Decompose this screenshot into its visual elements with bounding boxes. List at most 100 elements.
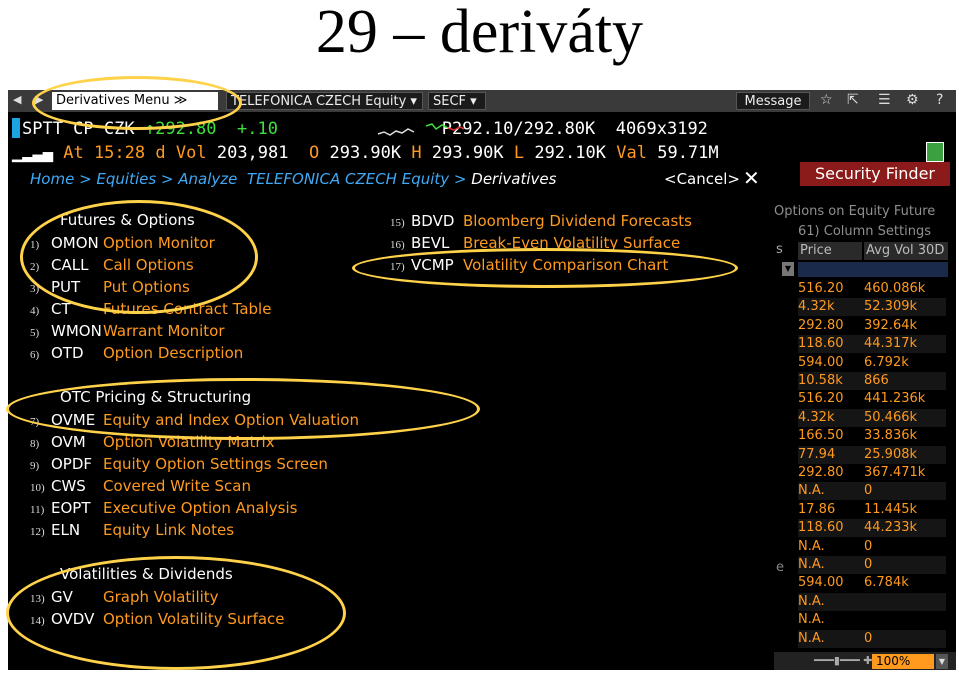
menu-item-cws[interactable]: 10) CWS Covered Write Scan bbox=[30, 476, 251, 498]
menu-item-otd[interactable]: 6) OTD Option Description bbox=[30, 343, 243, 365]
back-arrow-icon[interactable]: ◀ bbox=[13, 93, 21, 106]
menu-item-eopt[interactable]: 11) EOPT Executive Option Analysis bbox=[30, 498, 297, 520]
menu-item-vcmp[interactable]: 17) VCMP Volatility Comparison Chart bbox=[390, 255, 668, 277]
derivatives-menu-field[interactable]: Derivatives Menu ≫ bbox=[52, 92, 218, 110]
row-price: 594.00 bbox=[798, 575, 844, 591]
menu-item-bdvd[interactable]: 15) BDVD Bloomberg Dividend Forecasts bbox=[390, 211, 692, 233]
menu-item-gv[interactable]: 13) GV Graph Volatility bbox=[30, 587, 219, 609]
terminal-toolbar: ◀ ▶ Derivatives Menu ≫ TELEFONICA CZECH … bbox=[8, 90, 956, 112]
table-row[interactable]: N.A. 0 bbox=[798, 538, 946, 556]
breadcrumb-path[interactable]: Home > Equities > Analyze TELEFONICA CZE… bbox=[30, 170, 471, 188]
row-avg-vol: 0 bbox=[864, 557, 873, 572]
zoom-slider[interactable]: ━━━▮━━━ ✚ bbox=[814, 654, 873, 667]
row-avg-vol: 33.836k bbox=[864, 428, 918, 444]
item-code: WMON bbox=[51, 322, 102, 340]
item-label: Covered Write Scan bbox=[103, 477, 251, 495]
low-suffix: K bbox=[595, 143, 606, 163]
table-row[interactable]: N.A. 0 bbox=[798, 629, 946, 648]
col-header-avg-vol[interactable]: Avg Vol 30D bbox=[864, 242, 948, 260]
val-label: Val bbox=[616, 143, 647, 163]
item-code: BDVD bbox=[411, 212, 455, 230]
row-avg-vol: 0 bbox=[864, 483, 873, 499]
cancel-button[interactable]: <Cancel> bbox=[664, 170, 740, 188]
row-price: N.A. bbox=[798, 483, 825, 499]
security-field[interactable]: TELEFONICA CZECH Equity ▾ bbox=[226, 92, 423, 110]
table-row[interactable]: 292.80 367.471k bbox=[798, 464, 946, 482]
price-change: +.10 bbox=[237, 119, 278, 139]
open-price: 293.90 bbox=[329, 143, 391, 163]
filter-dropdown-icon[interactable]: ▼ bbox=[782, 262, 794, 276]
row-avg-vol: 0 bbox=[864, 538, 873, 554]
menu-item-ovme[interactable]: 7) OVME Equity and Index Option Valuation bbox=[30, 410, 359, 432]
table-row[interactable]: 118.60 44.317k bbox=[798, 335, 946, 354]
table-row[interactable]: 516.20 441.236k bbox=[798, 390, 946, 408]
zoom-dropdown-icon[interactable]: ▼ bbox=[936, 654, 948, 669]
filter-row[interactable] bbox=[798, 262, 948, 277]
table-row[interactable]: 594.00 6.792k bbox=[798, 354, 946, 372]
row-avg-vol: 367.471k bbox=[864, 465, 926, 480]
menu-item-omon[interactable]: 1) OMON Option Monitor bbox=[30, 233, 215, 255]
low-price: 292.10 bbox=[534, 143, 596, 163]
item-label: Equity and Index Option Valuation bbox=[103, 411, 359, 429]
item-label: Warrant Monitor bbox=[103, 322, 225, 340]
section-otc-pricing: OTC Pricing & Structuring bbox=[60, 388, 252, 406]
forward-arrow-icon[interactable]: ▶ bbox=[35, 93, 43, 106]
close-icon[interactable]: ✕ bbox=[743, 166, 760, 190]
table-row[interactable]: N.A. 0 bbox=[798, 556, 946, 574]
document-icon[interactable] bbox=[926, 142, 944, 162]
menu-item-ovm[interactable]: 8) OVM Option Volatility Matrix bbox=[30, 432, 275, 454]
signal-bars-icon: ▁▂▃▄ bbox=[12, 143, 53, 163]
menu-item-opdf[interactable]: 9) OPDF Equity Option Settings Screen bbox=[30, 454, 328, 476]
star-icon[interactable]: ☆ bbox=[820, 92, 833, 108]
gear-icon[interactable]: ⚙ bbox=[906, 92, 919, 108]
menu-item-bevl[interactable]: 16) BEVL Break-Even Volatility Surface bbox=[390, 233, 680, 255]
time-flag: d bbox=[155, 143, 166, 163]
table-row[interactable]: 118.60 44.233k bbox=[798, 519, 946, 538]
zoom-level[interactable]: 100% bbox=[872, 654, 934, 669]
item-code: PUT bbox=[51, 278, 81, 296]
table-row[interactable]: 594.00 6.784k bbox=[798, 574, 946, 592]
menu-item-ct[interactable]: 4) CT Futures Contract Table bbox=[30, 299, 271, 321]
item-number: 8) bbox=[30, 438, 40, 450]
table-row[interactable]: 10.58k 866 bbox=[798, 372, 946, 390]
export-icon[interactable]: ⇱ bbox=[847, 92, 859, 108]
security-finder-button[interactable]: Security Finder bbox=[800, 162, 950, 186]
help-icon[interactable]: ? bbox=[936, 92, 943, 108]
table-row[interactable]: 166.50 33.836k bbox=[798, 427, 946, 445]
table-row[interactable]: 4.32k 50.466k bbox=[798, 408, 946, 427]
menu-item-ovdv[interactable]: 14) OVDV Option Volatility Surface bbox=[30, 609, 285, 631]
menu-item-eln[interactable]: 12) ELN Equity Link Notes bbox=[30, 520, 234, 542]
col-header-price[interactable]: Price bbox=[798, 242, 862, 260]
slide-title: 29 – deriváty bbox=[315, 0, 644, 66]
item-label: Graph Volatility bbox=[103, 588, 219, 606]
table-row[interactable]: 4.32k 52.309k bbox=[798, 298, 946, 317]
item-number: 4) bbox=[30, 305, 40, 317]
row-price: N.A. bbox=[798, 612, 825, 628]
row-price: 77.94 bbox=[798, 446, 836, 462]
menu-item-call[interactable]: 2) CALL Call Options bbox=[30, 255, 194, 277]
table-row[interactable]: N.A. 0 bbox=[798, 482, 946, 501]
column-settings-button[interactable]: 61) Column Settings bbox=[798, 224, 931, 239]
table-row[interactable]: N.A. bbox=[798, 611, 946, 629]
sparkline-white bbox=[377, 128, 415, 136]
trade-size: 4069 bbox=[615, 119, 657, 139]
menu-item-put[interactable]: 3) PUT Put Options bbox=[30, 277, 190, 299]
row-price: 4.32k bbox=[798, 409, 835, 425]
section-futures-options: Futures & Options bbox=[60, 211, 195, 229]
function-field[interactable]: SECF ▾ bbox=[428, 92, 486, 110]
menu-item-wmon[interactable]: 5) WMONWarrant Monitor bbox=[30, 321, 225, 343]
table-row[interactable]: 77.94 25.908k bbox=[798, 445, 946, 464]
table-row[interactable]: N.A. bbox=[798, 592, 946, 611]
item-number: 11) bbox=[30, 504, 45, 516]
message-button[interactable]: Message bbox=[736, 92, 810, 110]
cursor-block bbox=[12, 118, 20, 138]
item-number: 9) bbox=[30, 460, 40, 472]
item-label: Option Monitor bbox=[103, 234, 215, 252]
table-row[interactable]: 17.86 11.445k bbox=[798, 501, 946, 519]
breadcrumb: Home > Equities > Analyze TELEFONICA CZE… bbox=[30, 170, 556, 188]
ticker: SPTT CP CZK bbox=[22, 119, 135, 139]
table-row[interactable]: 292.80 392.64k bbox=[798, 317, 946, 335]
table-row[interactable]: 516.20 460.086k bbox=[798, 280, 946, 298]
list-icon[interactable]: ☰ bbox=[878, 92, 891, 108]
value-traded: 59.71M bbox=[657, 143, 719, 163]
